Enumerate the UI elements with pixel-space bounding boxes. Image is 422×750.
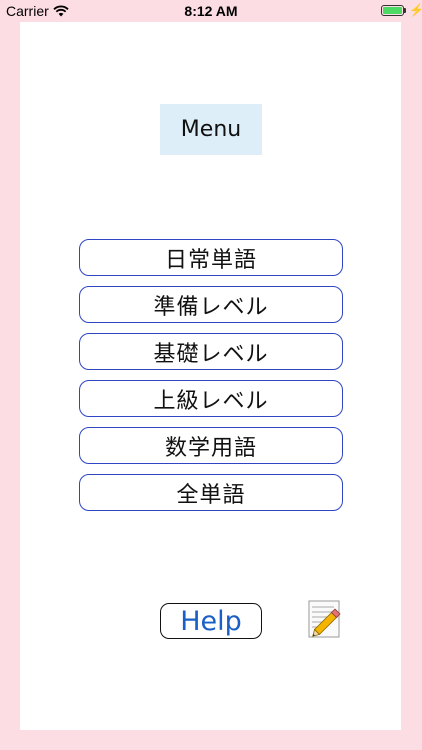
charging-icon: ⚡ <box>409 3 422 17</box>
help-button[interactable]: Help <box>160 603 262 639</box>
battery-icon <box>381 5 404 16</box>
menu-item-math-terms[interactable]: 数学用語 <box>79 427 343 464</box>
menu-item-advanced-level[interactable]: 上級レベル <box>79 380 343 417</box>
status-time: 8:12 AM <box>184 3 238 19</box>
menu-item-basic-level[interactable]: 基礎レベル <box>79 333 343 370</box>
menu-item-preparation-level[interactable]: 準備レベル <box>79 286 343 323</box>
notepad-pencil-icon[interactable] <box>307 599 345 641</box>
menu-item-all-words[interactable]: 全単語 <box>79 474 343 511</box>
status-bar: Carrier 8:12 AM ⚡ <box>0 0 422 22</box>
battery-tip <box>404 8 406 13</box>
menu-title: Menu <box>160 104 262 155</box>
menu-item-daily-words[interactable]: 日常単語 <box>79 239 343 276</box>
